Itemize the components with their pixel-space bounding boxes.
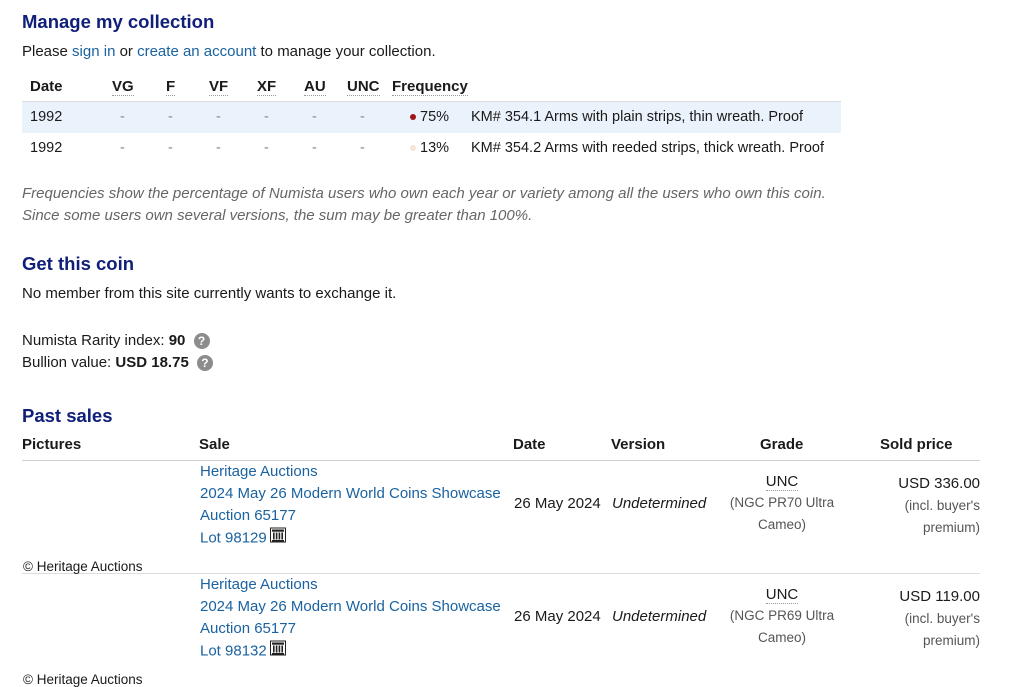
row-au: - <box>312 109 317 125</box>
rarity-value: 90 <box>168 332 186 349</box>
frequency-note-line2: Since some users own several versions, t… <box>22 207 533 224</box>
col-grade: Grade <box>760 436 804 453</box>
sold-price: USD 119.00 (incl. buyer's premium) <box>899 586 980 652</box>
collection-table: Date VG F VF XF AU UNC Frequency 1992 - … <box>22 73 841 164</box>
auction-event-link[interactable]: 2024 May 26 Modern World Coins Showcase <box>200 485 501 502</box>
col-vf[interactable]: VF <box>209 78 229 96</box>
frequency-note: Frequencies show the percentage of Numis… <box>22 183 826 227</box>
auction-hammer-icon[interactable] <box>269 527 286 550</box>
row-date: 1992 <box>30 140 63 156</box>
auction-number-link[interactable]: Auction 65177 <box>200 507 296 524</box>
row-unc: - <box>360 109 365 125</box>
frequency-dot-icon <box>410 145 416 152</box>
frequency-note-line1: Frequencies show the percentage of Numis… <box>22 185 826 202</box>
row-date: 1992 <box>30 109 63 125</box>
auction-house-link[interactable]: Heritage Auctions <box>200 576 318 593</box>
sold-price: USD 336.00 (incl. buyer's premium) <box>898 473 980 539</box>
sale-grade: UNC (NGC PR69 Ultra Cameo) <box>722 586 842 649</box>
row-xf: - <box>264 140 269 156</box>
bullion-value: Bullion value: USD 18.75 ? <box>22 354 213 372</box>
signin-suffix: to manage your collection. <box>256 43 436 60</box>
row-vg: - <box>120 109 125 125</box>
sale-version: Undetermined <box>612 608 707 625</box>
help-icon[interactable]: ? <box>196 355 213 372</box>
sale-row: Heritage Auctions 2024 May 26 Modern Wor… <box>22 461 980 574</box>
row-au: - <box>312 140 317 156</box>
auction-number-link[interactable]: Auction 65177 <box>200 620 296 637</box>
create-account-link[interactable]: create an account <box>137 43 256 60</box>
col-date: Date <box>513 436 546 453</box>
auction-house-link[interactable]: Heritage Auctions <box>200 463 318 480</box>
row-f: - <box>168 109 173 125</box>
col-date: Date <box>30 78 63 95</box>
price-note-line1: (incl. buyer's <box>904 498 980 513</box>
page: Manage my collection Please sign in or c… <box>0 0 1014 687</box>
grade-detail-line1: (NGC PR70 Ultra <box>729 495 835 510</box>
sale-grade: UNC (NGC PR70 Ultra Cameo) <box>722 473 842 536</box>
col-f[interactable]: F <box>166 78 176 96</box>
sale-date: 26 May 2024 <box>514 608 601 625</box>
col-sold-price: Sold price <box>880 436 953 453</box>
row-xf: - <box>264 109 269 125</box>
past-sales-table: Pictures Sale Date Version Grade Sold pr… <box>22 433 980 687</box>
sale-details: Heritage Auctions 2024 May 26 Modern Wor… <box>200 574 501 663</box>
col-xf[interactable]: XF <box>257 78 277 96</box>
section-title-get-coin: Get this coin <box>22 253 135 274</box>
row-description: KM# 354.2 Arms with reeded strips, thick… <box>471 140 824 156</box>
price-value: USD 119.00 <box>899 588 980 605</box>
row-unc: - <box>360 140 365 156</box>
sign-in-link[interactable]: sign in <box>72 43 115 60</box>
rarity-label: Numista Rarity index: <box>22 332 169 349</box>
price-note-line2: premium) <box>922 633 980 648</box>
price-value: USD 336.00 <box>898 475 980 492</box>
row-f: - <box>168 140 173 156</box>
col-unc[interactable]: UNC <box>347 78 380 96</box>
rarity-index: Numista Rarity index: 90 ? <box>22 332 210 350</box>
col-pictures: Pictures <box>22 436 82 453</box>
grade-detail-line2: Cameo) <box>757 630 806 645</box>
row-description: KM# 354.1 Arms with plain strips, thin w… <box>471 109 804 125</box>
col-vg[interactable]: VG <box>112 78 134 96</box>
section-title-collection: Manage my collection <box>22 11 215 32</box>
lot-link[interactable]: Lot 98132 <box>200 642 267 659</box>
row-frequency: 75% <box>410 109 449 125</box>
image-credit: © Heritage Auctions <box>23 559 143 574</box>
frequency-dot-icon <box>410 114 416 121</box>
sale-version: Undetermined <box>612 495 707 512</box>
exchange-text: No member from this site currently wants… <box>22 285 397 302</box>
auction-hammer-icon[interactable] <box>269 640 286 663</box>
bullion-amount: USD 18.75 <box>115 354 189 371</box>
row-vf: - <box>216 109 221 125</box>
lot-link[interactable]: Lot 98129 <box>200 529 267 546</box>
grade-value[interactable]: UNC <box>765 586 799 604</box>
signin-prefix: Please <box>22 43 73 60</box>
col-sale: Sale <box>199 436 230 453</box>
sale-details: Heritage Auctions 2024 May 26 Modern Wor… <box>200 461 501 550</box>
table-row[interactable]: 1992 - - - - - - 13% KM# 354.2 Arms with… <box>22 133 841 164</box>
section-title-past-sales: Past sales <box>22 405 113 426</box>
signin-prompt: Please sign in or create an account to m… <box>22 43 436 60</box>
sale-date: 26 May 2024 <box>514 495 601 512</box>
table-row[interactable]: 1992 - - - - - - 75% KM# 354.1 Arms with… <box>22 102 841 133</box>
col-au[interactable]: AU <box>304 78 326 96</box>
collection-table-header: Date VG F VF XF AU UNC Frequency <box>22 73 841 102</box>
price-note-line2: premium) <box>922 520 980 535</box>
col-version: Version <box>611 436 666 453</box>
price-note-line1: (incl. buyer's <box>904 611 980 626</box>
grade-detail-line2: Cameo) <box>757 517 806 532</box>
auction-event-link[interactable]: 2024 May 26 Modern World Coins Showcase <box>200 598 501 615</box>
row-frequency: 13% <box>410 140 449 156</box>
image-credit: © Heritage Auctions <box>23 672 143 687</box>
sale-row: Heritage Auctions 2024 May 26 Modern Wor… <box>22 574 980 687</box>
col-frequency[interactable]: Frequency <box>392 78 468 96</box>
bullion-label: Bullion value: <box>22 354 116 371</box>
row-vg: - <box>120 140 125 156</box>
grade-value[interactable]: UNC <box>765 473 799 491</box>
help-icon[interactable]: ? <box>193 333 210 350</box>
or-text: or <box>115 43 138 60</box>
row-vf: - <box>216 140 221 156</box>
grade-detail-line1: (NGC PR69 Ultra <box>729 608 835 623</box>
past-sales-header: Pictures Sale Date Version Grade Sold pr… <box>22 433 980 461</box>
